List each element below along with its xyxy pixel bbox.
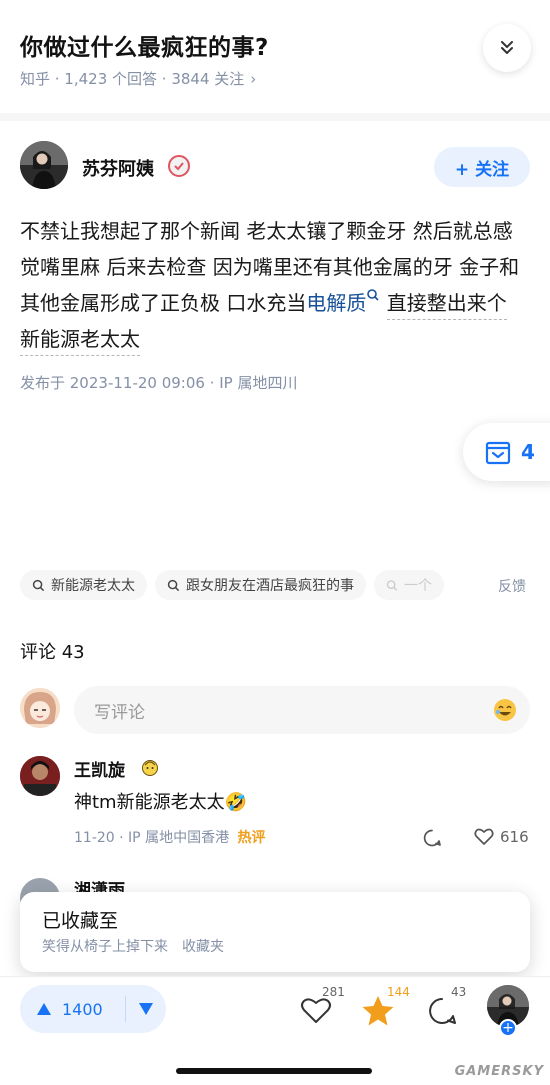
question-meta[interactable]: 知乎 · 1,423 个回答 · 3844 关注 › — [20, 68, 256, 89]
author-row: 苏芬阿姨 + 关注 — [20, 141, 530, 193]
collected-toast[interactable]: 已收藏至 笑得从椅子上掉下来 收藏夹 — [20, 892, 530, 972]
downvote-button[interactable] — [126, 1002, 166, 1016]
answer-content: 不禁让我想起了那个新闻 老太太镶了颗金牙 然后就总感觉嘴里麻 后来去检查 因为嘴… — [20, 213, 525, 357]
collapse-button[interactable] — [483, 24, 531, 72]
author-name[interactable]: 苏芬阿姨 — [82, 155, 154, 181]
heart-icon — [301, 998, 331, 1023]
reply-icon[interactable] — [422, 828, 442, 848]
question-header: 你做过什么最疯狂的事? 知乎 · 1,423 个回答 · 3844 关注 › — [0, 0, 550, 110]
like-count: 281 — [322, 985, 345, 999]
double-chevron-down-icon — [501, 41, 513, 54]
vote-group: 1400 — [20, 985, 166, 1033]
comment-date: 11-20 — [74, 830, 115, 846]
hot-comment-badge: 热评 — [237, 830, 266, 846]
search-icon — [167, 579, 180, 591]
watermark: GAMERSKY — [454, 1064, 544, 1079]
tag-item[interactable]: 一个 — [374, 570, 444, 600]
author-avatar-image — [20, 141, 68, 189]
question-meta-text: 知乎 · 1,423 个回答 · 3844 关注 — [20, 70, 245, 88]
search-icon — [367, 289, 379, 301]
chevron-right-icon: › — [250, 70, 257, 88]
follow-plus-icon[interactable]: + — [499, 1019, 517, 1037]
search-icon — [32, 579, 45, 591]
section-divider — [0, 113, 550, 121]
publish-info: 发布于 2023-11-20 09:06 · IP 属地四川 — [20, 374, 298, 392]
comment-author[interactable]: 王凯旋 — [74, 756, 125, 781]
home-indicator — [176, 1068, 372, 1074]
toast-subtitle: 笑得从椅子上掉下来 收藏夹 — [42, 939, 224, 955]
comment-meta: 11-20 · IP 属地中国香港 热评 — [74, 830, 266, 846]
comment-input-placeholder: 写评论 — [94, 702, 145, 723]
tag-label: 一个 — [404, 578, 432, 594]
my-avatar-image — [20, 688, 60, 728]
tag-item[interactable]: 跟女朋友在酒店最疯狂的事 — [155, 570, 366, 600]
tag-label: 跟女朋友在酒店最疯狂的事 — [186, 578, 354, 594]
star-icon — [362, 996, 394, 1026]
comment-input[interactable]: 写评论 — [74, 686, 530, 734]
heart-icon — [474, 828, 494, 845]
comment-ip: IP 属地中国香港 — [128, 830, 230, 846]
triangle-down-icon — [139, 1003, 154, 1015]
comment-avatar-image — [20, 756, 60, 796]
comment-count: 43 — [451, 985, 467, 999]
user-badge-icon — [142, 760, 158, 776]
emoji-icon[interactable] — [492, 697, 518, 723]
upvote-count: 1400 — [62, 999, 103, 1019]
my-avatar — [20, 688, 60, 728]
upvote-button[interactable]: 1400 — [20, 1000, 125, 1019]
follow-button[interactable]: + 关注 — [434, 147, 530, 187]
related-tags: 新能源老太太 跟女朋友在酒店最疯狂的事 一个 — [20, 570, 550, 600]
comment-text: 神tm新能源老太太🤣 — [74, 792, 248, 813]
comment-like-button[interactable]: 616 — [474, 828, 529, 846]
collect-float-button[interactable]: 4 — [463, 423, 550, 481]
tag-label: 新能源老太太 — [51, 578, 135, 594]
favorite-count: 144 — [387, 985, 410, 999]
triangle-up-icon — [37, 1003, 51, 1015]
question-title[interactable]: 你做过什么最疯狂的事? — [20, 28, 269, 62]
search-icon — [386, 579, 398, 591]
comment-icon — [429, 998, 456, 1024]
verified-badge-icon — [168, 155, 190, 177]
comment-like-count: 616 — [500, 828, 529, 846]
comments-title: 评论 43 — [20, 642, 85, 663]
collect-count: 4 — [521, 440, 535, 464]
author-avatar[interactable] — [20, 141, 68, 189]
answer-link[interactable]: 电解质 — [306, 289, 380, 315]
collection-box-icon — [485, 441, 511, 465]
tag-item[interactable]: 新能源老太太 — [20, 570, 147, 600]
comment-avatar[interactable] — [20, 756, 60, 796]
answer-link-text: 电解质 — [306, 291, 367, 315]
toast-title: 已收藏至 — [42, 910, 119, 932]
feedback-link[interactable]: 反馈 — [498, 576, 526, 596]
